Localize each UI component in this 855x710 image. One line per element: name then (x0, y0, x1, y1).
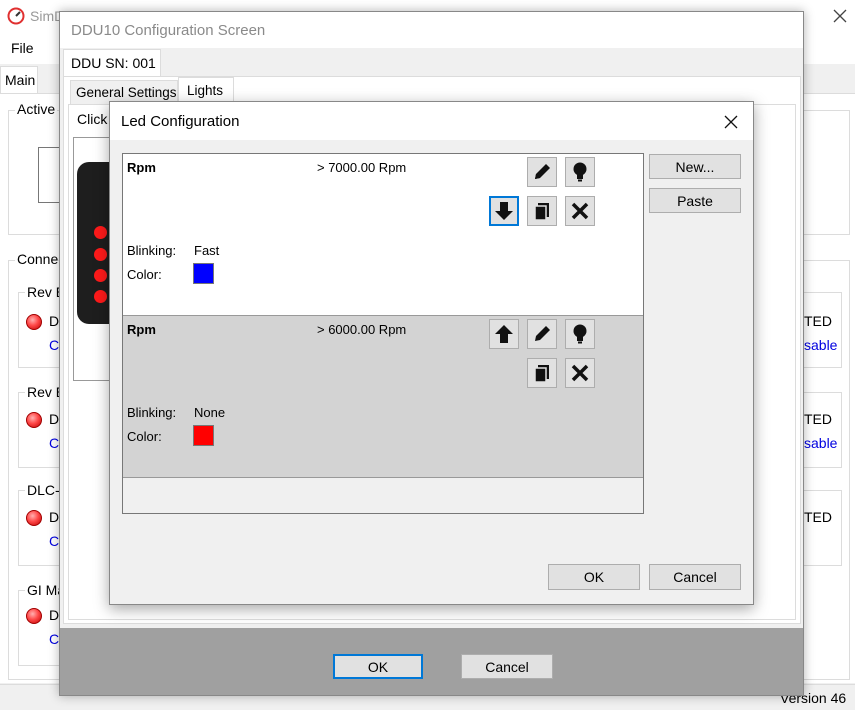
led-entry-name-2: Rpm (127, 322, 156, 337)
active-group-right (800, 110, 850, 235)
led-cancel-button[interactable]: Cancel (649, 564, 741, 590)
ddu-ok-button[interactable]: OK (333, 654, 423, 679)
app-logo-icon (7, 7, 25, 25)
led-entry-2[interactable]: Rpm > 6000.00 Rpm Blinking: None Color: (123, 316, 643, 478)
device-link-1[interactable]: sable (804, 337, 837, 353)
main-close-icon[interactable] (830, 6, 850, 26)
delete-button-1[interactable] (565, 196, 595, 226)
device-line1-3: D (49, 509, 60, 525)
tab-general-settings-label: General Settings (76, 85, 177, 100)
ddu-window-title: DDU10 Configuration Screen (71, 22, 266, 39)
new-button[interactable]: New... (649, 154, 741, 179)
move-down-button-1[interactable] (489, 196, 519, 226)
device-status-led-4 (26, 608, 42, 624)
led-entry-condition-1: > 7000.00 Rpm (317, 160, 407, 175)
lightbulb-icon (573, 162, 587, 182)
menu-item-file[interactable]: File (11, 40, 34, 56)
led-dialog-title: Led Configuration (121, 113, 240, 130)
device-line1-1: D (49, 313, 60, 329)
copy-icon (534, 365, 549, 383)
device-group-right-1 (800, 292, 842, 368)
edit-button-1[interactable] (527, 157, 557, 187)
paste-button[interactable]: Paste (649, 188, 741, 213)
device-line2-4[interactable]: C (49, 631, 59, 647)
tab-main-label: Main (5, 72, 36, 88)
preview-led-2 (94, 248, 107, 261)
led-list: Rpm > 7000.00 Rpm Blinking: Fast Color: (122, 153, 644, 514)
color-swatch-2[interactable] (193, 425, 214, 446)
copy-icon (534, 203, 549, 221)
edit-button-2[interactable] (527, 319, 557, 349)
pencil-icon (535, 326, 550, 341)
tab-ddu-sn[interactable]: DDU SN: 001 (63, 49, 161, 77)
delete-x-icon (571, 202, 589, 220)
blinking-label-2: Blinking: (127, 405, 177, 420)
preview-led-4 (94, 290, 107, 303)
copy-button-2[interactable] (527, 358, 557, 388)
color-swatch-1[interactable] (193, 263, 214, 284)
color-label-1: Color: (127, 267, 162, 282)
arrow-down-icon (495, 202, 513, 220)
device-status-led-1 (26, 314, 42, 330)
delete-button-2[interactable] (565, 358, 595, 388)
device-line1-4: D (49, 607, 60, 623)
device-status-1: TED (804, 313, 832, 329)
led-entry-1[interactable]: Rpm > 7000.00 Rpm Blinking: Fast Color: (123, 154, 643, 316)
tab-main[interactable]: Main (0, 66, 38, 94)
arrow-up-icon (495, 325, 513, 343)
lightbulb-icon (573, 324, 587, 344)
device-group-right-3 (800, 490, 842, 566)
ddu-button-band (60, 628, 803, 695)
pencil-icon (535, 164, 550, 179)
device-status-led-3 (26, 510, 42, 526)
click-label: Click (77, 111, 108, 127)
device-line1-2: D (49, 411, 60, 427)
led-ok-button[interactable]: OK (548, 564, 640, 590)
device-status-2: TED (804, 411, 832, 427)
device-line2-2[interactable]: C (49, 435, 59, 451)
led-entry-condition-2: > 6000.00 Rpm (317, 322, 407, 337)
device-group-right-2 (800, 392, 842, 468)
preview-led-3 (94, 269, 107, 282)
move-up-button-2[interactable] (489, 319, 519, 349)
tab-lights-label: Lights (187, 83, 224, 98)
copy-button-1[interactable] (527, 196, 557, 226)
device-status-led-2 (26, 412, 42, 428)
blinking-label-1: Blinking: (127, 243, 177, 258)
light-test-button-1[interactable] (565, 157, 595, 187)
device-link-2[interactable]: sable (804, 435, 837, 451)
led-dialog-close-icon[interactable] (722, 113, 740, 131)
light-test-button-2[interactable] (565, 319, 595, 349)
blinking-value-2: None (194, 405, 226, 420)
device-line2-1[interactable]: C (49, 337, 59, 353)
device-status-3: TED (804, 509, 832, 525)
device-line2-3[interactable]: C (49, 533, 59, 549)
ddu-cancel-button[interactable]: Cancel (461, 654, 553, 679)
preview-led-1 (94, 226, 107, 239)
blinking-value-1: Fast (194, 243, 220, 258)
color-label-2: Color: (127, 429, 162, 444)
led-config-dialog: Led Configuration Rpm > 7000.00 Rpm Blin… (109, 101, 754, 605)
led-entry-name-1: Rpm (127, 160, 156, 175)
active-group-title: Active (15, 101, 58, 117)
delete-x-icon (571, 364, 589, 382)
tab-ddu-sn-label: DDU SN: 001 (71, 55, 156, 71)
